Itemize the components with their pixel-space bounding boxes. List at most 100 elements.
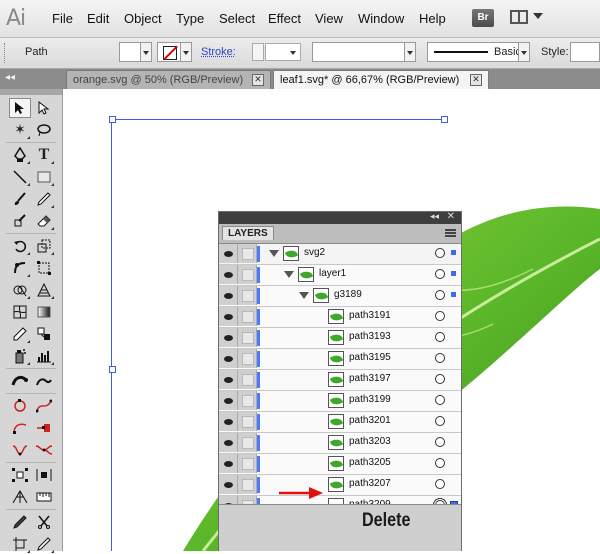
target-icon[interactable] xyxy=(435,374,445,384)
anchor-convert-icon[interactable] xyxy=(9,418,31,438)
paintbrush-tool-icon[interactable] xyxy=(9,189,31,209)
lock-toggle[interactable] xyxy=(238,307,257,326)
rotate-tool-icon[interactable] xyxy=(9,236,31,256)
knife-tool-icon[interactable] xyxy=(9,512,31,532)
target-icon[interactable] xyxy=(435,353,445,363)
lock-toggle[interactable] xyxy=(238,265,257,284)
lasso-tool-icon[interactable] xyxy=(33,120,55,140)
pencil-tool-icon[interactable] xyxy=(33,189,55,209)
lock-toggle[interactable] xyxy=(238,349,257,368)
free-transform-tool-icon[interactable] xyxy=(33,258,55,278)
menu-type[interactable]: Type xyxy=(176,11,204,26)
lock-toggle[interactable] xyxy=(238,286,257,305)
selection-handle[interactable] xyxy=(441,116,448,123)
target-icon[interactable] xyxy=(435,479,445,489)
layer-row-path3191[interactable]: path3191 xyxy=(219,307,461,328)
layer-row-path3195[interactable]: path3195 xyxy=(219,349,461,370)
stroke-transform-icon[interactable] xyxy=(33,371,55,391)
menu-view[interactable]: View xyxy=(315,11,343,26)
visibility-toggle[interactable] xyxy=(219,349,238,368)
disclosure-triangle-icon[interactable] xyxy=(269,250,279,257)
scale-tool-icon[interactable] xyxy=(33,236,55,256)
close-icon[interactable]: ✕ xyxy=(470,74,482,86)
layer-row-g3189[interactable]: g3189 xyxy=(219,286,461,307)
layer-name[interactable]: layer1 xyxy=(319,268,346,279)
visibility-toggle[interactable] xyxy=(219,265,238,284)
distribute-anchors-icon[interactable] xyxy=(33,465,55,485)
lock-toggle[interactable] xyxy=(238,433,257,452)
lock-toggle[interactable] xyxy=(238,370,257,389)
stroke-weight-stepper[interactable] xyxy=(252,43,264,61)
lock-toggle[interactable] xyxy=(238,391,257,410)
artboard-tool-icon[interactable] xyxy=(9,534,31,554)
target-icon[interactable] xyxy=(435,437,445,447)
path-split-icon[interactable] xyxy=(33,440,55,460)
chevron-down-icon[interactable] xyxy=(533,13,543,19)
perspective-grid-tool-icon[interactable] xyxy=(33,280,55,300)
fill-dropdown-button[interactable] xyxy=(140,42,152,62)
disclosure-triangle-icon[interactable] xyxy=(284,271,294,278)
visibility-toggle[interactable] xyxy=(219,391,238,410)
target-icon[interactable] xyxy=(435,290,445,300)
tab-layers[interactable]: LAYERS xyxy=(222,226,274,240)
disclosure-triangle-icon[interactable] xyxy=(299,292,309,299)
rectangle-tool-icon[interactable] xyxy=(33,167,55,187)
stroke-label[interactable]: Stroke: xyxy=(201,46,236,58)
layer-row-svg2[interactable]: svg2 xyxy=(219,244,461,265)
blob-brush-tool-icon[interactable] xyxy=(9,211,31,231)
direct-selection-tool-icon[interactable] xyxy=(33,98,55,118)
layer-row-path3197[interactable]: path3197 xyxy=(219,370,461,391)
visibility-toggle[interactable] xyxy=(219,370,238,389)
panel-titlebar[interactable]: ◂◂ ✕ xyxy=(219,211,461,224)
menu-edit[interactable]: Edit xyxy=(87,11,109,26)
target-icon[interactable] xyxy=(435,311,445,321)
collapse-panel-icon[interactable]: ◂◂ xyxy=(430,212,439,222)
stroke-dropdown-button[interactable] xyxy=(180,42,192,62)
eyedropper-tool-icon[interactable] xyxy=(9,324,31,344)
target-icon[interactable] xyxy=(435,332,445,342)
selection-handle[interactable] xyxy=(109,116,116,123)
gradient-tool-icon[interactable] xyxy=(33,302,55,322)
visibility-toggle[interactable] xyxy=(219,286,238,305)
mesh-tool-icon[interactable] xyxy=(9,302,31,322)
layer-name[interactable]: path3203 xyxy=(349,436,391,447)
scissors-tool-icon[interactable] xyxy=(33,512,55,532)
column-graph-tool-icon[interactable] xyxy=(33,346,55,366)
panel-menu-icon[interactable] xyxy=(445,229,456,237)
slice-tool-icon[interactable] xyxy=(33,534,55,554)
warp-tool-icon[interactable] xyxy=(9,258,31,278)
layer-row-layer1[interactable]: layer1 xyxy=(219,265,461,286)
layer-name[interactable]: path3201 xyxy=(349,415,391,426)
menu-object[interactable]: Object xyxy=(124,11,162,26)
visibility-toggle[interactable] xyxy=(219,412,238,431)
tab-orange-svg[interactable]: orange.svg @ 50% (RGB/Preview) ✕ xyxy=(66,70,271,89)
align-anchors-icon[interactable] xyxy=(9,465,31,485)
target-icon[interactable] xyxy=(435,269,445,279)
graphic-style-swatch[interactable] xyxy=(570,42,600,62)
panel-grip[interactable] xyxy=(4,43,8,63)
eraser-tool-icon[interactable] xyxy=(33,211,55,231)
layer-row-path3207[interactable]: path3207 xyxy=(219,475,461,496)
type-tool-icon[interactable]: T xyxy=(33,145,55,165)
lock-toggle[interactable] xyxy=(238,454,257,473)
layer-name[interactable]: path3195 xyxy=(349,352,391,363)
menu-effect[interactable]: Effect xyxy=(268,11,301,26)
brush-dropdown-button[interactable] xyxy=(518,42,530,62)
close-icon[interactable]: ✕ xyxy=(252,74,264,86)
visibility-toggle[interactable] xyxy=(219,475,238,494)
path-join-icon[interactable] xyxy=(9,440,31,460)
layer-row-path3205[interactable]: path3205 xyxy=(219,454,461,475)
tab-leaf1-svg[interactable]: leaf1.svg* @ 66,67% (RGB/Preview) ✕ xyxy=(273,70,489,89)
layer-name[interactable]: path3193 xyxy=(349,331,391,342)
collapse-panels-icon[interactable]: ◂◂ xyxy=(5,72,15,83)
anchor-add-icon[interactable] xyxy=(33,418,55,438)
visibility-toggle[interactable] xyxy=(219,328,238,347)
layer-row-path3199[interactable]: path3199 xyxy=(219,391,461,412)
layer-name[interactable]: path3205 xyxy=(349,457,391,468)
stroke-weight-field[interactable] xyxy=(265,43,301,61)
brush-definition-select[interactable]: Basic xyxy=(427,42,530,62)
target-icon[interactable] xyxy=(435,458,445,468)
selection-indicator[interactable] xyxy=(451,292,456,297)
menu-select[interactable]: Select xyxy=(219,11,255,26)
brush-library-icon[interactable] xyxy=(9,371,31,391)
